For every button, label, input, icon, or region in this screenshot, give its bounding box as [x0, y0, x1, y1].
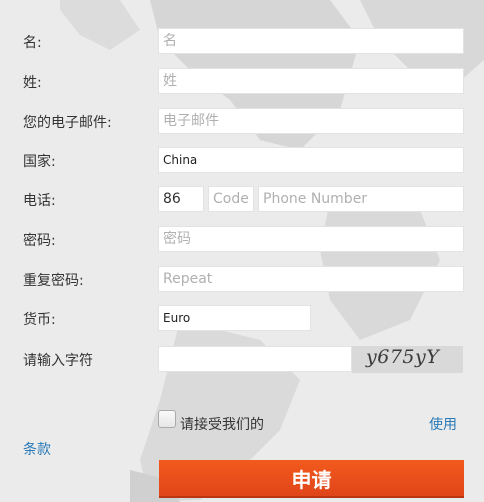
- captcha-input[interactable]: [158, 346, 352, 372]
- terms-link-use[interactable]: 使用: [429, 414, 457, 434]
- repeat-password-input[interactable]: [158, 266, 464, 292]
- agree-text: 请接受我们的: [180, 417, 264, 433]
- phone-area-code-input[interactable]: [208, 186, 254, 212]
- captcha-text: y675yY: [366, 346, 440, 368]
- first-name-input[interactable]: [158, 28, 464, 54]
- password-label: 密码:: [23, 233, 56, 249]
- currency-label: 货币:: [23, 312, 56, 328]
- captcha-label: 请输入字符: [23, 353, 93, 369]
- email-input[interactable]: [158, 108, 464, 134]
- country-select[interactable]: China: [158, 147, 464, 173]
- phone-number-input[interactable]: [258, 186, 464, 212]
- country-label: 国家:: [23, 154, 56, 170]
- submit-button[interactable]: 申请: [159, 460, 464, 498]
- agree-checkbox[interactable]: [158, 410, 176, 428]
- terms-link-terms[interactable]: 条款: [23, 439, 51, 459]
- phone-label: 电话:: [23, 193, 56, 209]
- last-name-label: 姓:: [23, 75, 42, 91]
- email-label: 您的电子邮件:: [23, 115, 112, 131]
- captcha-image[interactable]: y675yY: [352, 346, 463, 373]
- repeat-password-label: 重复密码:: [23, 273, 84, 289]
- registration-form: 名: 姓: 您的电子邮件: 国家: China 电话: 密码: 重复密码: 货币…: [0, 0, 484, 502]
- password-input[interactable]: [158, 226, 464, 252]
- phone-country-code-input[interactable]: [158, 186, 204, 212]
- last-name-input[interactable]: [158, 68, 464, 94]
- first-name-label: 名:: [23, 35, 42, 51]
- currency-select[interactable]: Euro: [158, 305, 311, 331]
